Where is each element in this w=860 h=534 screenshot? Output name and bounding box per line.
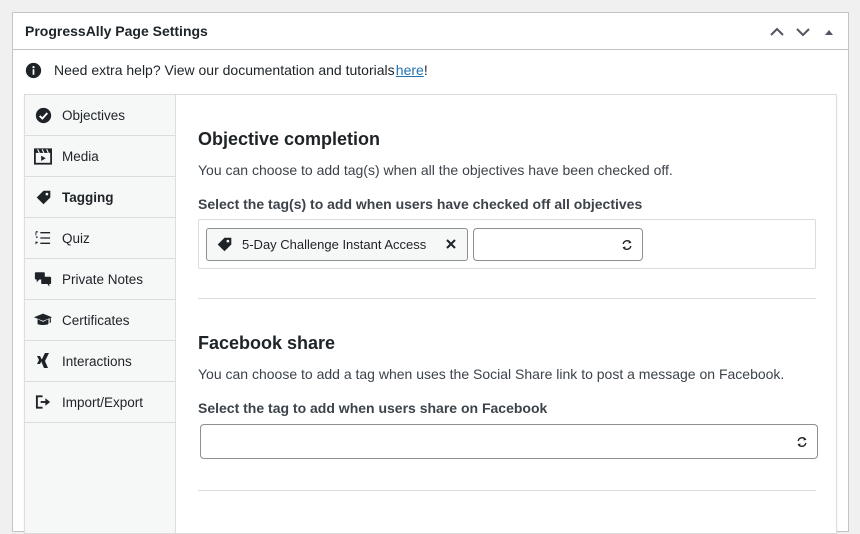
check-circle-icon bbox=[33, 105, 53, 125]
sidebar-item-quiz[interactable]: Quiz bbox=[25, 218, 175, 259]
refresh-icon bbox=[622, 239, 632, 250]
metabox-title: ProgressAlly Page Settings bbox=[25, 23, 208, 39]
objective-tags-field: 5-Day Challenge Instant Access bbox=[198, 219, 816, 269]
move-down-button[interactable] bbox=[792, 21, 814, 43]
graduation-cap-icon bbox=[33, 310, 53, 330]
tag-icon bbox=[217, 237, 232, 252]
facebook-share-title: Facebook share bbox=[198, 333, 336, 353]
sign-out-icon bbox=[33, 392, 53, 412]
chevron-down-icon bbox=[796, 28, 810, 37]
film-icon bbox=[33, 146, 53, 166]
help-text: Need extra help? View our documentation … bbox=[54, 62, 395, 78]
sidebar-item-objectives[interactable]: Objectives bbox=[25, 95, 175, 136]
sidebar-item-certificates[interactable]: Certificates bbox=[25, 300, 175, 341]
metabox-header: ProgressAlly Page Settings bbox=[13, 13, 848, 50]
sidebar-item-label: Interactions bbox=[62, 353, 132, 369]
sidebar-item-label: Quiz bbox=[62, 230, 90, 246]
xing-icon bbox=[33, 351, 53, 371]
selected-tag-label: 5-Day Challenge Instant Access bbox=[242, 237, 427, 252]
comments-icon bbox=[33, 269, 53, 289]
sidebar-item-private-notes[interactable]: Private Notes bbox=[25, 259, 175, 300]
toggle-collapse-button[interactable] bbox=[818, 21, 840, 43]
section-divider bbox=[198, 490, 816, 491]
objective-completion-title: Objective completion bbox=[198, 129, 381, 149]
help-suffix: ! bbox=[423, 62, 428, 78]
help-link[interactable]: here bbox=[396, 62, 424, 78]
selected-tag-chip: 5-Day Challenge Instant Access bbox=[206, 228, 468, 261]
sidebar-item-import-export[interactable]: Import/Export bbox=[25, 382, 175, 423]
progressally-page-settings-metabox: ProgressAlly Page Settings Need extra he… bbox=[12, 12, 849, 534]
help-notice: Need extra help? View our documentation … bbox=[25, 58, 428, 82]
refresh-icon bbox=[797, 436, 807, 447]
facebook-share-label: Select the tag to add when users share o… bbox=[198, 400, 548, 416]
list-icon bbox=[33, 228, 53, 248]
sidebar-item-label: Private Notes bbox=[62, 271, 144, 287]
sidebar-item-label: Certificates bbox=[62, 312, 130, 328]
sidebar-item-label: Tagging bbox=[62, 189, 114, 205]
info-icon bbox=[25, 62, 42, 78]
section-divider bbox=[198, 298, 816, 299]
objective-completion-description: You can choose to add tag(s) when all th… bbox=[198, 162, 673, 178]
sidebar-item-label: Media bbox=[62, 148, 99, 164]
settings-panel: Objectives Media Tagging Quiz Private No… bbox=[24, 94, 837, 534]
sidebar-item-label: Import/Export bbox=[62, 394, 144, 410]
objective-tag-select[interactable] bbox=[473, 228, 643, 261]
metabox-controls bbox=[766, 21, 840, 43]
facebook-share-description: You can choose to add a tag when uses th… bbox=[198, 366, 785, 382]
remove-tag-icon[interactable] bbox=[444, 237, 458, 251]
move-up-button[interactable] bbox=[766, 21, 788, 43]
triangle-up-icon bbox=[825, 30, 833, 35]
chevron-up-icon bbox=[770, 27, 784, 36]
tag-icon bbox=[33, 187, 53, 207]
sidebar-item-label: Objectives bbox=[62, 107, 126, 123]
sidebar-item-interactions[interactable]: Interactions bbox=[25, 341, 175, 382]
objective-completion-label: Select the tag(s) to add when users have… bbox=[198, 196, 643, 212]
sidebar-item-tagging[interactable]: Tagging bbox=[25, 177, 175, 218]
settings-sidebar: Objectives Media Tagging Quiz Private No… bbox=[25, 95, 176, 533]
facebook-tag-select[interactable] bbox=[200, 424, 818, 459]
sidebar-item-media[interactable]: Media bbox=[25, 136, 175, 177]
